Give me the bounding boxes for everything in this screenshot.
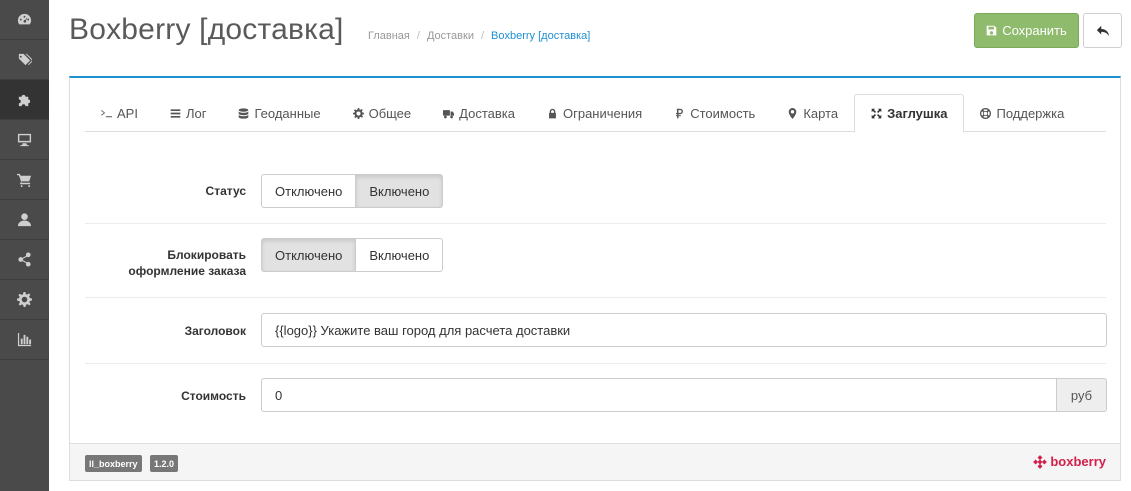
save-button[interactable]: Сохранить [974,13,1079,48]
tab-general[interactable]: Общее [337,94,428,132]
tags-icon [17,53,32,66]
block-on-button[interactable]: Включено [356,238,444,272]
boxberry-logo-icon [1033,454,1048,469]
tab-label: Геоданные [254,105,321,121]
breadcrumb-current[interactable]: Boxberry [доставка] [491,30,590,42]
tab-label: Ограничения [562,105,643,121]
breadcrumb-separator: / [416,30,420,42]
cart-icon [17,173,32,187]
block-checkout-toggle: Отключено Включено [261,238,444,272]
sidebar-item-dashboard[interactable] [0,0,49,40]
tab-placeholder[interactable]: Заглушка [854,94,965,133]
ruble-icon [676,108,684,118]
cost-row: Стоимость 0 руб [85,364,1107,443]
tab-label: Поддержка [996,105,1065,121]
page-title: Boxberry [доставка] [69,13,344,46]
status-on-button[interactable]: Включено [356,174,444,208]
breadcrumb-home[interactable]: Главная [368,30,410,42]
currency-addon: руб [1057,378,1107,412]
user-icon [17,213,32,227]
list-icon [170,108,181,118]
boxberry-logo: boxberry [1033,454,1106,469]
tab-label: Заглушка [887,106,948,121]
module-badge: ll_boxberry [85,455,142,472]
breadcrumb-separator: / [480,30,485,42]
sidebar-item-design[interactable] [0,120,49,160]
sidebar-item-system[interactable] [0,280,49,320]
tab-log[interactable]: Лог [154,94,223,132]
database-icon [239,107,249,119]
tab-restrictions[interactable]: Ограничения [531,94,658,132]
tab-map[interactable]: Карта [771,94,854,132]
floppy-icon [986,25,997,36]
block-checkout-label: Блокировать оформление заказа [128,248,246,278]
expand-icon [871,108,882,119]
status-off-button[interactable]: Отключено [261,174,357,208]
version-badge: 1.2.0 [150,455,179,472]
lock-icon [549,108,556,118]
save-button-label: Сохранить [1002,23,1067,38]
heading-input[interactable]: {{logo}} Укажите ваш город для расчета д… [261,313,1107,347]
status-row: Статус Отключено Включено [85,158,1106,224]
boxberry-logo-text: boxberry [1050,454,1106,469]
breadcrumb-shipping[interactable]: Доставки [427,30,474,42]
tab-support[interactable]: Поддержка [964,94,1080,132]
sidebar-item-marketing[interactable] [0,240,49,280]
settings-panel: API Лог Геоданные Общее Доставка Огранич… [69,76,1121,481]
back-button[interactable] [1083,13,1122,48]
tab-geodata[interactable]: Геоданные [222,94,336,132]
tab-label: API [117,105,138,121]
status-label: Статус [205,184,246,198]
sidebar-item-reports[interactable] [0,320,49,360]
breadcrumb: Главная / Доставки / Boxberry [доставка] [368,30,590,42]
tab-label: Стоимость [690,105,756,121]
bar-chart-icon [17,332,32,347]
tab-label: Лог [185,105,207,121]
sidebar-item-catalog[interactable] [0,40,49,80]
sidebar-item-sales[interactable] [0,160,49,200]
status-toggle: Отключено Включено [261,174,444,208]
puzzle-icon [18,94,31,107]
tab-delivery[interactable]: Доставка [427,94,531,132]
tab-bar: API Лог Геоданные Общее Доставка Огранич… [85,94,1106,133]
map-marker-icon [789,107,797,119]
sidebar-item-extensions[interactable] [0,80,49,120]
sidebar-item-customers[interactable] [0,200,49,240]
sidebar [0,0,49,491]
tab-label: Доставка [459,105,515,121]
life-ring-icon [980,107,992,119]
desktop-icon [17,133,32,147]
tab-cost[interactable]: Стоимость [658,94,771,132]
cost-input-group: 0 руб [261,378,1107,412]
cost-label: Стоимость [181,389,246,403]
gear-icon [17,292,32,307]
cog-icon [352,107,364,119]
truck-icon [443,109,455,118]
heading-label: Заголовок [184,324,246,338]
dashboard-icon [17,13,32,25]
tab-label: Карта [803,105,839,121]
block-checkout-row: Блокировать оформление заказа Отключено В… [85,224,1106,298]
reply-icon [1096,25,1109,36]
heading-row: Заголовок {{logo}} Укажите ваш город для… [85,298,1107,364]
block-off-button[interactable]: Отключено [261,238,357,272]
panel-footer: ll_boxberry 1.2.0 boxberry [70,443,1120,480]
tab-api[interactable]: API [85,94,154,132]
tab-label: Общее [368,105,412,121]
share-icon [18,252,31,267]
cost-input[interactable]: 0 [261,378,1057,412]
terminal-icon [101,109,112,117]
